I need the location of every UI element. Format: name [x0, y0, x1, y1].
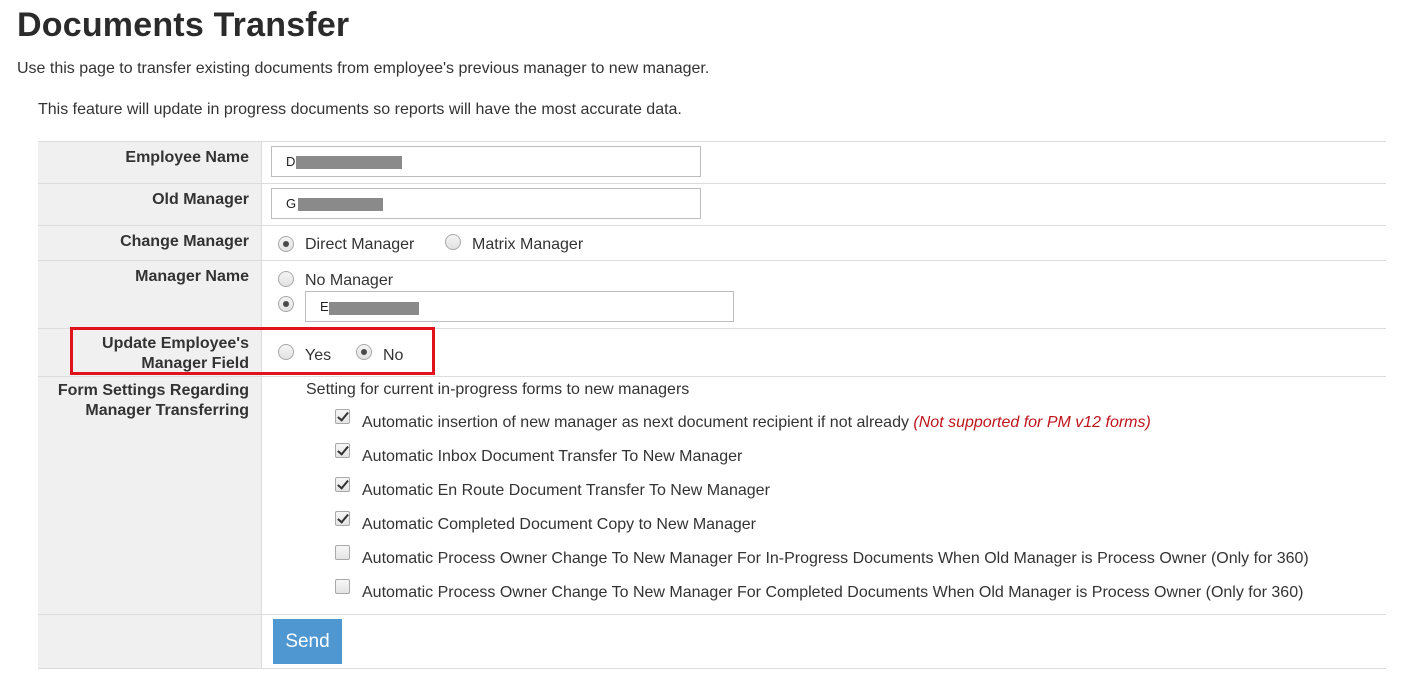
redaction-bar — [329, 302, 419, 315]
direct-manager-radio[interactable] — [278, 236, 294, 252]
page-intro: Use this page to transfer existing docum… — [17, 60, 710, 77]
insertion-label-text: Automatic insertion of new manager as ne… — [362, 414, 909, 431]
checkbox-inbox-transfer[interactable] — [335, 443, 350, 458]
old-manager-label: Old Manager — [152, 191, 249, 208]
form-settings-heading: Setting for current in-progress forms to… — [306, 381, 690, 398]
update-no-label[interactable]: No — [383, 347, 403, 365]
no-manager-label[interactable]: No Manager — [305, 272, 393, 290]
checkbox-inbox-transfer-label[interactable]: Automatic Inbox Document Transfer To New… — [362, 448, 742, 466]
feature-note: This feature will update in progress doc… — [38, 101, 682, 118]
form-settings-label-line1: Form Settings Regarding — [57, 382, 249, 399]
change-manager-label: Change Manager — [120, 233, 249, 250]
transfer-form: Employee Name Old Manager Change Manager… — [38, 141, 1386, 669]
redaction-bar — [296, 156, 402, 169]
checkbox-owner-completed-label[interactable]: Automatic Process Owner Change To New Ma… — [362, 584, 1303, 602]
redaction-bar — [298, 198, 383, 211]
form-settings-row: Form Settings Regarding Manager Transfer… — [38, 377, 1386, 615]
form-settings-label-line2: Manager Transferring — [85, 402, 249, 419]
matrix-manager-radio[interactable] — [445, 234, 461, 250]
checkbox-insertion-label[interactable]: Automatic insertion of new manager as ne… — [362, 414, 1151, 432]
send-row — [38, 615, 1386, 669]
update-no-radio[interactable] — [356, 344, 372, 360]
matrix-manager-label[interactable]: Matrix Manager — [472, 236, 583, 254]
update-yes-label[interactable]: Yes — [305, 347, 331, 365]
page-title: Documents Transfer — [17, 6, 350, 44]
no-manager-radio[interactable] — [278, 271, 294, 287]
update-yes-radio[interactable] — [278, 344, 294, 360]
not-supported-note: (Not supported for PM v12 forms) — [913, 414, 1151, 431]
checkbox-completed-copy-label[interactable]: Automatic Completed Document Copy to New… — [362, 516, 756, 534]
direct-manager-label[interactable]: Direct Manager — [305, 236, 414, 254]
manager-name-row: Manager Name No Manager — [38, 261, 1386, 329]
send-button[interactable]: Send — [273, 619, 342, 664]
checkbox-owner-in-progress[interactable] — [335, 545, 350, 560]
checkbox-owner-in-progress-label[interactable]: Automatic Process Owner Change To New Ma… — [362, 550, 1309, 568]
change-manager-row: Change Manager Direct Manager Matrix Man… — [38, 226, 1386, 261]
manager-name-label: Manager Name — [135, 268, 249, 285]
checkbox-completed-copy[interactable] — [335, 511, 350, 526]
employee-name-label: Employee Name — [125, 149, 249, 166]
update-field-label-line2: Manager Field — [141, 355, 249, 372]
checkbox-en-route-transfer[interactable] — [335, 477, 350, 492]
checkbox-insertion[interactable] — [335, 409, 350, 424]
employee-name-row: Employee Name — [38, 142, 1386, 184]
old-manager-row: Old Manager — [38, 184, 1386, 226]
update-manager-field-row: Update Employee's Manager Field Yes No — [38, 329, 1386, 377]
checkbox-en-route-transfer-label[interactable]: Automatic En Route Document Transfer To … — [362, 482, 770, 500]
update-field-label-line1: Update Employee's — [102, 335, 249, 352]
specific-manager-radio[interactable] — [278, 296, 294, 312]
checkbox-owner-completed[interactable] — [335, 579, 350, 594]
